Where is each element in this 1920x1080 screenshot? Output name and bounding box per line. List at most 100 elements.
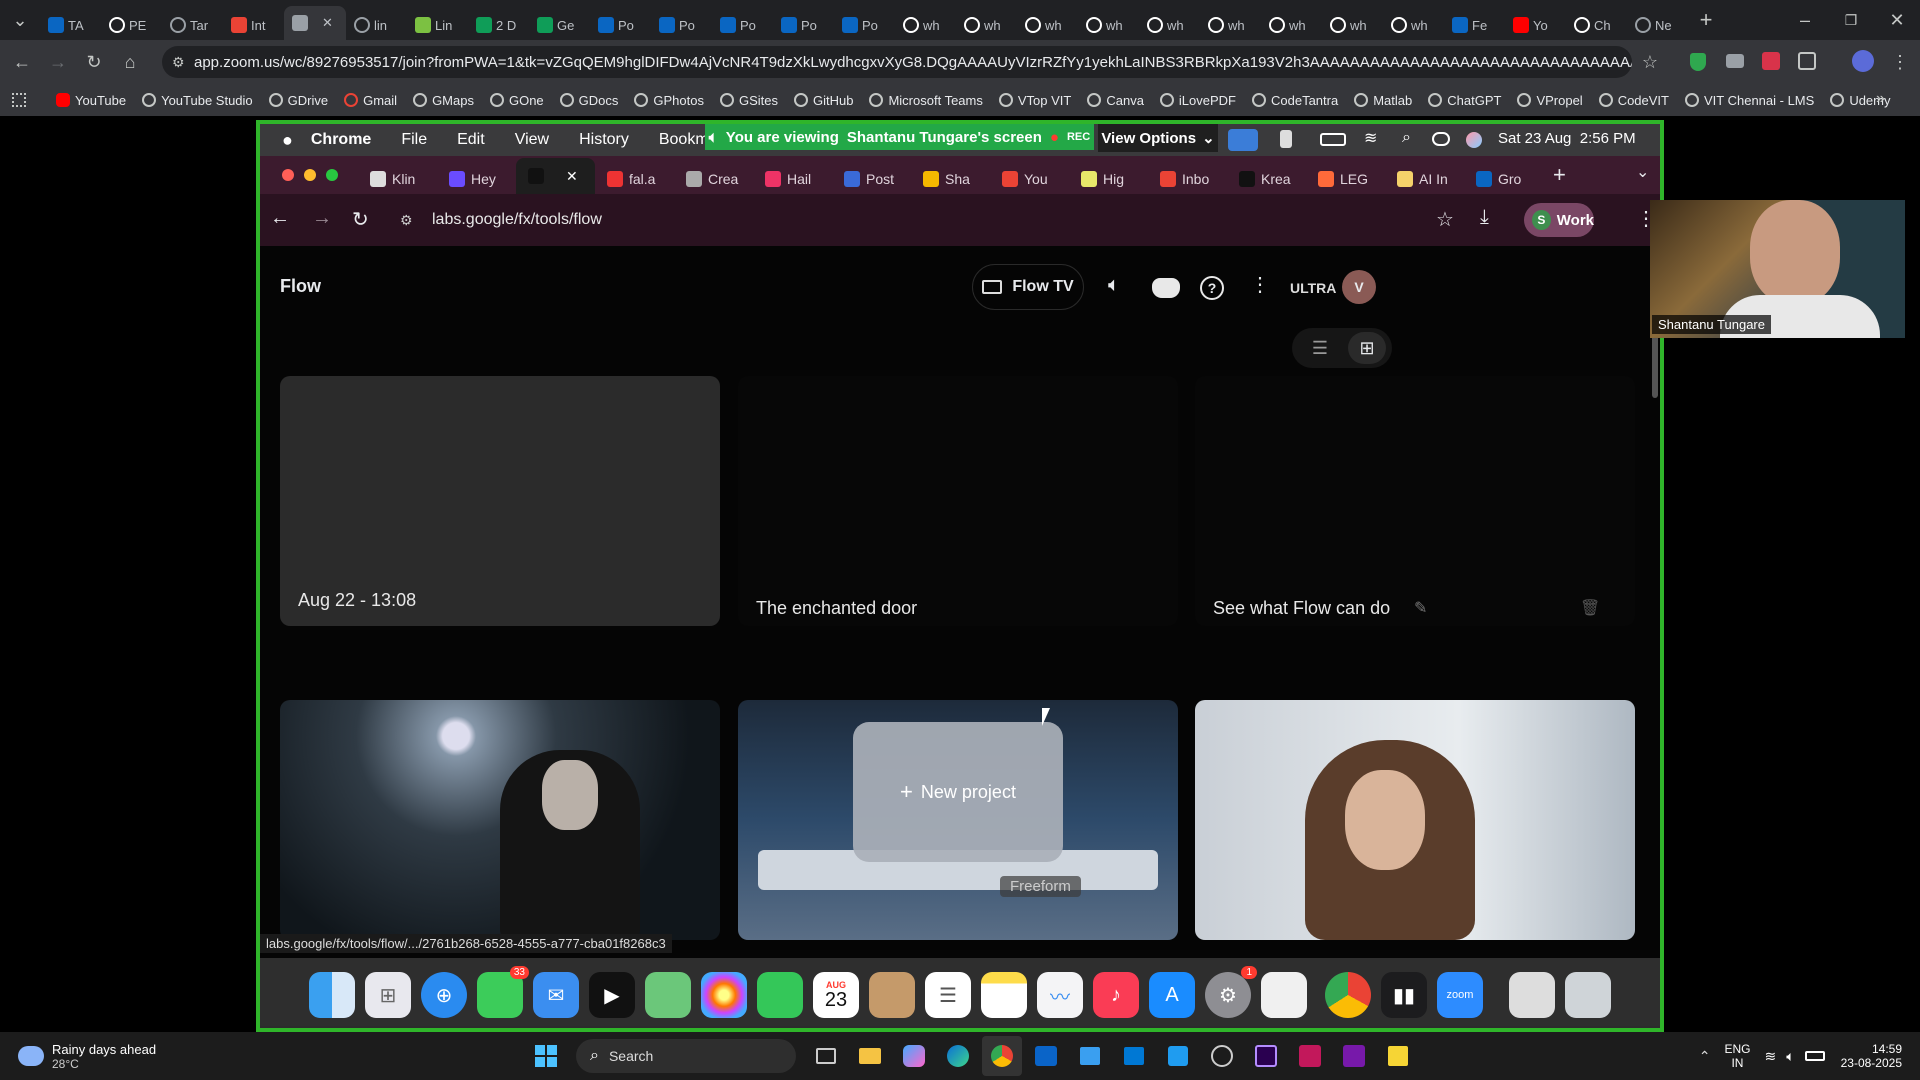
trash-icon[interactable] bbox=[1565, 972, 1611, 1018]
apps-grid-icon[interactable] bbox=[12, 93, 26, 107]
bookmark-item[interactable]: VPropel bbox=[1517, 93, 1583, 108]
freeform-icon[interactable]: 〰 bbox=[1037, 972, 1083, 1018]
copilot-icon[interactable] bbox=[894, 1036, 934, 1076]
mac-menu-view[interactable]: View bbox=[515, 131, 549, 149]
apple-tv-icon[interactable]: ▶ bbox=[589, 972, 635, 1018]
close-window-button[interactable]: ✕ bbox=[1874, 4, 1920, 36]
outer-tab[interactable]: Tar bbox=[162, 10, 223, 40]
inner-tab[interactable]: Hig bbox=[1069, 164, 1148, 194]
wifi-icon[interactable]: ≋ bbox=[1364, 128, 1377, 148]
mac-menu-edit[interactable]: Edit bbox=[457, 131, 485, 149]
battery-tray-icon[interactable] bbox=[1804, 1051, 1825, 1061]
system-settings-icon[interactable]: ⚙ 1 bbox=[1205, 966, 1257, 1018]
bookmark-item[interactable]: Gmail bbox=[344, 93, 397, 108]
extensions-icon[interactable] bbox=[1798, 52, 1816, 70]
siri-icon[interactable] bbox=[1466, 132, 1482, 148]
edge-icon[interactable] bbox=[938, 1036, 978, 1076]
facetime-icon[interactable] bbox=[757, 972, 803, 1018]
apple-icon[interactable]: ● bbox=[282, 130, 293, 151]
chrome-taskbar-icon[interactable] bbox=[982, 1036, 1022, 1076]
outer-tab[interactable]: Fe bbox=[1444, 10, 1505, 40]
minimize-button[interactable]: – bbox=[1782, 4, 1828, 36]
outer-tab[interactable]: Ne bbox=[1627, 10, 1688, 40]
bookmark-item[interactable]: GMaps bbox=[413, 93, 474, 108]
bookmark-item[interactable]: ChatGPT bbox=[1428, 93, 1501, 108]
inner-download-icon[interactable]: ⤓ bbox=[1480, 206, 1489, 229]
outer-tab[interactable]: Int bbox=[223, 10, 284, 40]
taskbar-search[interactable]: ⌕ Search bbox=[576, 1039, 796, 1073]
downloads-stack-icon[interactable] bbox=[1509, 972, 1555, 1018]
outer-tab[interactable]: PE bbox=[101, 10, 162, 40]
bookmark-item[interactable]: GDocs bbox=[559, 93, 618, 108]
bookmark-item[interactable]: Matlab bbox=[1354, 93, 1412, 108]
safari-icon[interactable]: ⊕ bbox=[421, 972, 467, 1018]
inner-reload-icon[interactable]: ↻ bbox=[352, 207, 369, 232]
flow-more-icon[interactable]: ⋮ bbox=[1250, 272, 1270, 297]
inner-tab[interactable]: fal.a bbox=[595, 164, 674, 194]
bookmark-item[interactable]: CodeVIT bbox=[1598, 93, 1669, 108]
calendar-icon[interactable]: AUG 23 bbox=[813, 972, 859, 1018]
inner-address-bar[interactable]: ⚙ labs.google/fx/tools/flow bbox=[400, 202, 1430, 238]
video-thumb-studio[interactable]: + New project Freeform bbox=[738, 700, 1178, 940]
contacts-icon[interactable] bbox=[869, 972, 915, 1018]
extension-camera-icon[interactable] bbox=[1726, 54, 1744, 68]
inner-forward-icon[interactable]: → bbox=[312, 207, 332, 230]
outer-tab[interactable]: Yo bbox=[1505, 10, 1566, 40]
outer-tab[interactable]: lin bbox=[346, 10, 407, 40]
flow-title[interactable]: Flow bbox=[280, 276, 321, 297]
outer-tab[interactable]: wh bbox=[895, 10, 956, 40]
mac-menu-app[interactable]: Chrome bbox=[311, 131, 371, 149]
outer-tab[interactable]: Po bbox=[834, 10, 895, 40]
outer-tab[interactable]: 2 D bbox=[468, 10, 529, 40]
mac-menu-file[interactable]: File bbox=[401, 131, 427, 149]
bookmark-item[interactable]: Microsoft Teams bbox=[869, 93, 983, 108]
bookmark-star-icon[interactable]: ☆ bbox=[1632, 46, 1668, 78]
bookmark-item[interactable]: VTop VIT bbox=[998, 93, 1071, 108]
finder-icon[interactable] bbox=[309, 972, 355, 1018]
project-card-3-thumb[interactable] bbox=[1195, 376, 1635, 626]
inner-back-icon[interactable]: ← bbox=[270, 207, 290, 230]
bookmark-item[interactable]: VIT Chennai - LMS bbox=[1685, 93, 1814, 108]
inner-new-tab-button[interactable]: + bbox=[1553, 162, 1566, 188]
notes-icon[interactable] bbox=[981, 972, 1027, 1018]
activity-monitor-icon[interactable]: ▮▮ bbox=[1381, 972, 1427, 1018]
sticky-notes-icon[interactable] bbox=[1378, 1036, 1418, 1076]
new-tab-button[interactable]: + bbox=[1688, 4, 1724, 36]
edit-pencil-icon[interactable]: ✎ bbox=[1414, 598, 1427, 618]
outer-tab[interactable]: wh bbox=[956, 10, 1017, 40]
inner-tab[interactable]: Krea bbox=[1227, 164, 1306, 194]
participant-video[interactable]: Shantanu Tungare bbox=[1650, 200, 1905, 338]
bookmark-item[interactable]: YouTube Studio bbox=[142, 93, 253, 108]
project-card-2-thumb[interactable] bbox=[738, 376, 1178, 626]
outer-tab[interactable]: Ge bbox=[529, 10, 590, 40]
outer-tab[interactable]: wh bbox=[1383, 10, 1444, 40]
premiere-icon[interactable] bbox=[1246, 1036, 1286, 1076]
app-store-icon[interactable]: A bbox=[1149, 972, 1195, 1018]
close-tab-icon[interactable]: ✕ bbox=[322, 15, 333, 31]
language-indicator[interactable]: ENG IN bbox=[1724, 1042, 1750, 1070]
outer-tab[interactable]: Po bbox=[590, 10, 651, 40]
chrome-icon[interactable] bbox=[1325, 972, 1371, 1018]
profile-avatar-icon[interactable] bbox=[1852, 50, 1874, 72]
outer-tab[interactable]: wh bbox=[1017, 10, 1078, 40]
intune-icon[interactable] bbox=[1114, 1036, 1154, 1076]
inner-bookmark-star-icon[interactable]: ☆ bbox=[1436, 207, 1454, 232]
view-options-button[interactable]: View Options ⌄ bbox=[1098, 124, 1218, 152]
reminders-icon[interactable]: ☰ bbox=[925, 972, 971, 1018]
inner-site-info-icon[interactable]: ⚙ bbox=[400, 212, 413, 229]
status-person-icon[interactable] bbox=[1280, 130, 1292, 148]
music-icon[interactable]: ♪ bbox=[1093, 972, 1139, 1018]
inner-tab[interactable]: Post bbox=[832, 164, 911, 194]
task-view-icon[interactable] bbox=[806, 1036, 846, 1076]
bookmark-item[interactable]: iLovePDF bbox=[1159, 93, 1236, 108]
outer-address-bar[interactable]: ⚙ app.zoom.us/wc/89276953517/join?fromPW… bbox=[162, 46, 1632, 78]
tab-search-icon[interactable]: ⌄ bbox=[0, 4, 40, 36]
bookmarks-overflow-icon[interactable]: » bbox=[1876, 90, 1885, 108]
mac-menu-history[interactable]: History bbox=[579, 131, 629, 149]
bookmark-item[interactable]: GSites bbox=[719, 93, 778, 108]
outer-tab[interactable]: Lin bbox=[407, 10, 468, 40]
volume-icon[interactable]: 🔈︎ bbox=[1108, 274, 1120, 297]
bookmark-item[interactable]: YouTube bbox=[56, 93, 126, 108]
launchpad-icon[interactable]: ⊞ bbox=[365, 972, 411, 1018]
video-thumb-woman[interactable] bbox=[1195, 700, 1635, 940]
